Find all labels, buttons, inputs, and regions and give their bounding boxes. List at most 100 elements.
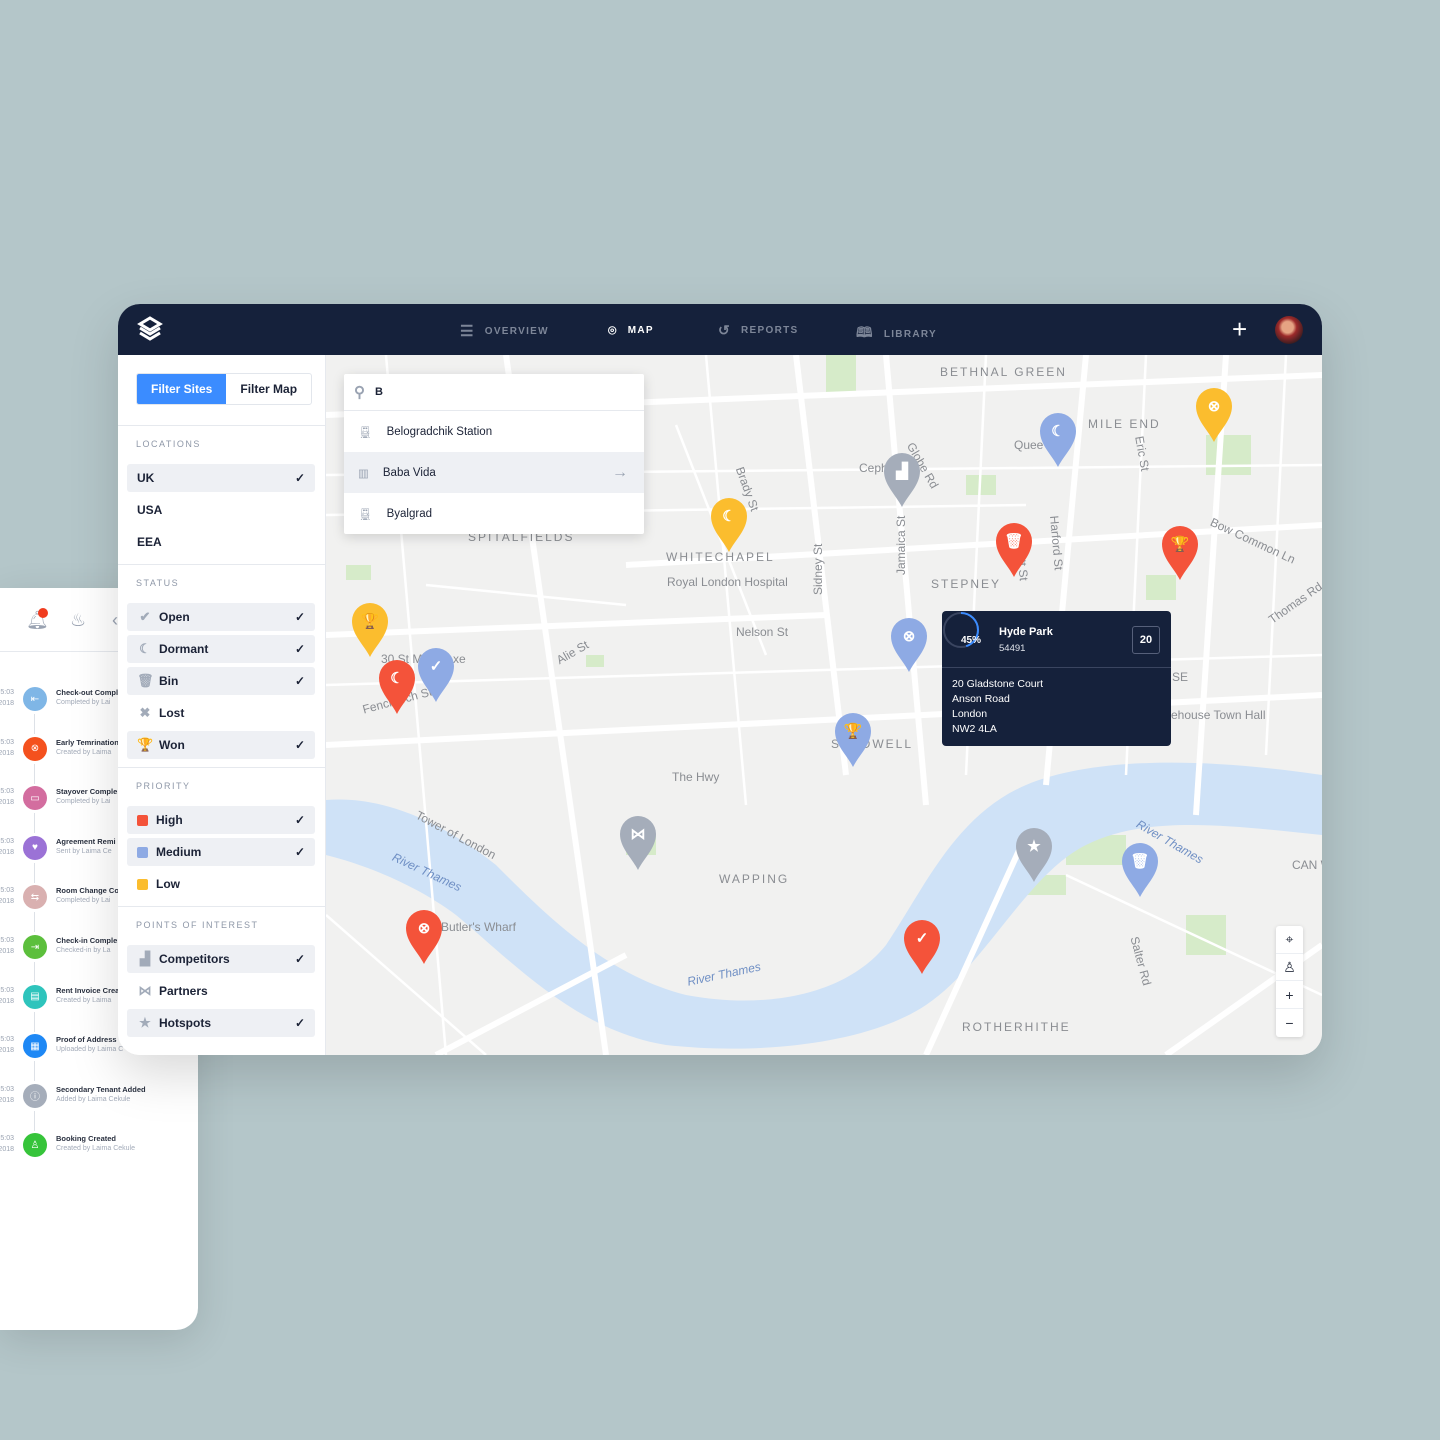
competitors-icon: ▟ (140, 951, 150, 966)
nav-reports[interactable]: ↺ REPORTS (718, 322, 798, 339)
search-result[interactable]: 🚆︎ Belogradchik Station (344, 411, 644, 452)
nav-library[interactable]: 🕮 LIBRARY (856, 322, 937, 346)
flame-icon[interactable]: ♨ (70, 610, 86, 631)
filter-hotspots[interactable]: ★ Hotspots ✓ (127, 1009, 315, 1037)
filter-low[interactable]: Low (127, 870, 315, 898)
section-poi: POINTS OF INTEREST ▟ Competitors ✓ ⋈ Partners… (118, 906, 326, 1055)
bin-icon: 🗑 (137, 673, 154, 688)
map-pin[interactable]: ☾ (1038, 411, 1078, 467)
timeline-time: 5:03 2018 (0, 837, 14, 856)
filter-label: Open (159, 610, 190, 624)
address-line: London (952, 708, 988, 720)
history-icon: ↺ (718, 322, 732, 338)
timeline-title: Check-out Compl (56, 688, 119, 697)
nav-label: LIBRARY (883, 328, 937, 340)
map-pin[interactable]: ▟ (882, 451, 922, 507)
result-label: Belogradchik Station (386, 425, 493, 438)
map-pin[interactable]: ⊗ (1194, 386, 1234, 442)
search-result[interactable]: ▥ Baba Vida → (344, 452, 644, 493)
filter-uk[interactable]: UK ✓ (127, 464, 315, 492)
menu-icon: ☰ (460, 323, 475, 340)
locate-icon[interactable]: ⌖ (1276, 926, 1303, 954)
map-pin[interactable]: ☾ (377, 658, 417, 714)
pin-icon: 🗑 (1130, 853, 1150, 870)
search-dropdown: ⚲ B 🚆︎ Belogradchik Station ▥ Baba Vida → 🚆︎ By… (344, 374, 644, 534)
map-pin[interactable]: ✓ (416, 646, 456, 702)
map-pin[interactable]: ✓ (902, 918, 942, 974)
timeline-item[interactable]: 5:03 2018 ⓘ Secondary Tenant Added Added … (0, 1083, 198, 1131)
street-view-icon[interactable]: ♙ (1276, 954, 1303, 982)
pin-icon: ⊗ (417, 920, 431, 937)
map-pin[interactable]: ☾ (709, 496, 749, 552)
search-result[interactable]: 🚆︎ Byalgrad (344, 493, 644, 534)
filter-label: Low (156, 877, 180, 891)
map-pin[interactable]: ★ (1014, 826, 1054, 882)
timeline-subtitle: Created by Laima (56, 748, 112, 756)
filter-won[interactable]: 🏆 Won ✓ (127, 731, 315, 759)
filter-high[interactable]: High ✓ (127, 806, 315, 834)
map-pin[interactable]: 🏆 (833, 711, 873, 767)
dormant-icon: ☾ (139, 641, 151, 656)
check-icon: ✓ (294, 813, 305, 827)
map-label: STEPNEY (931, 577, 1002, 591)
add-button[interactable]: + (1232, 314, 1247, 345)
map-view[interactable]: BETHNAL GREEN MILE END WHITECHAPEL Royal Lo… (326, 355, 1322, 1055)
map-pin[interactable]: 🗑 (994, 521, 1034, 577)
filter-open[interactable]: ✔ Open ✓ (127, 603, 315, 631)
filter-lost[interactable]: ✖ Lost (127, 699, 315, 727)
check-icon: ✓ (294, 738, 305, 752)
site-id: 54491 (999, 643, 1026, 654)
map-pin[interactable]: ⊗ (404, 908, 444, 964)
open-icon: ✔ (139, 609, 151, 624)
filter-partners[interactable]: ⋈ Partners (127, 977, 315, 1005)
filter-usa[interactable]: USA (127, 496, 315, 524)
timeline-connector (34, 1011, 35, 1032)
timeline-title: Stayover Comple (56, 787, 118, 797)
filter-label: UK (137, 471, 155, 485)
section-status: STATUS ✔ Open ✓ ☾ Dormant ✓ 🗑 Bin ✓ ✖ Lost 🏆 Won ✓ (118, 564, 326, 764)
section-title: LOCATIONS (136, 439, 201, 449)
site-name: Hyde Park (999, 626, 1053, 638)
map-pin[interactable]: 🏆 (1160, 524, 1200, 580)
map-label: CAN WH (1292, 858, 1322, 872)
filter-eea[interactable]: EEA (127, 528, 315, 556)
train-icon: 🚆︎ (358, 508, 373, 521)
timeline-title: Agreement Remi (56, 836, 116, 846)
map-label: Sidney St (811, 543, 825, 595)
timeline-connector (34, 714, 35, 734)
nav-map[interactable]: ⌾ MAP (608, 322, 654, 339)
timeline-item[interactable]: 5:03 2018 ♙ Booking Created Created by La… (0, 1133, 198, 1173)
site-count-badge: 20 (1132, 626, 1160, 654)
zoom-out-button[interactable]: − (1276, 1009, 1303, 1037)
timeline-event-icon: ⊗ (23, 736, 47, 761)
map-label: The Hwy (672, 770, 720, 784)
filter-label: Medium (156, 845, 202, 859)
filter-bin[interactable]: 🗑 Bin ✓ (127, 667, 315, 695)
filter-competitors[interactable]: ▟ Competitors ✓ (127, 945, 315, 973)
filter-label: Won (159, 738, 185, 752)
map-pin[interactable]: 🗑 (1120, 841, 1160, 897)
avatar[interactable] (1275, 316, 1303, 344)
pin-icon: ⋈ (630, 826, 646, 843)
timeline-connector (34, 1061, 35, 1082)
filter-medium[interactable]: Medium ✓ (127, 838, 315, 866)
search-input[interactable]: ⚲ B (344, 374, 644, 411)
tab-filter-map[interactable]: Filter Map (226, 374, 311, 404)
timeline-subtitle: Added by Laima Cekule (56, 1095, 131, 1103)
timeline-event-icon: ⓘ (23, 1083, 47, 1108)
timeline-connector (34, 1110, 35, 1131)
search-query[interactable]: B (375, 386, 383, 398)
map-pin[interactable]: 🏆 (350, 601, 390, 657)
pin-icon: ⊗ (1207, 398, 1221, 415)
map-pin[interactable]: ⋈ (618, 814, 658, 870)
address-line: Anson Road (952, 693, 1010, 705)
pin-icon: ▟ (896, 463, 908, 480)
filter-dormant[interactable]: ☾ Dormant ✓ (127, 635, 315, 663)
logo-icon[interactable] (136, 316, 164, 344)
nav-overview[interactable]: ☰ OVERVIEW (460, 322, 549, 340)
zoom-in-button[interactable]: + (1276, 981, 1303, 1010)
map-pin[interactable]: ⊗ (889, 616, 929, 672)
timeline-subtitle: Uploaded by Laima C (56, 1046, 124, 1054)
timeline-event-icon: ▤ (23, 984, 47, 1009)
tab-filter-sites[interactable]: Filter Sites (137, 374, 227, 404)
